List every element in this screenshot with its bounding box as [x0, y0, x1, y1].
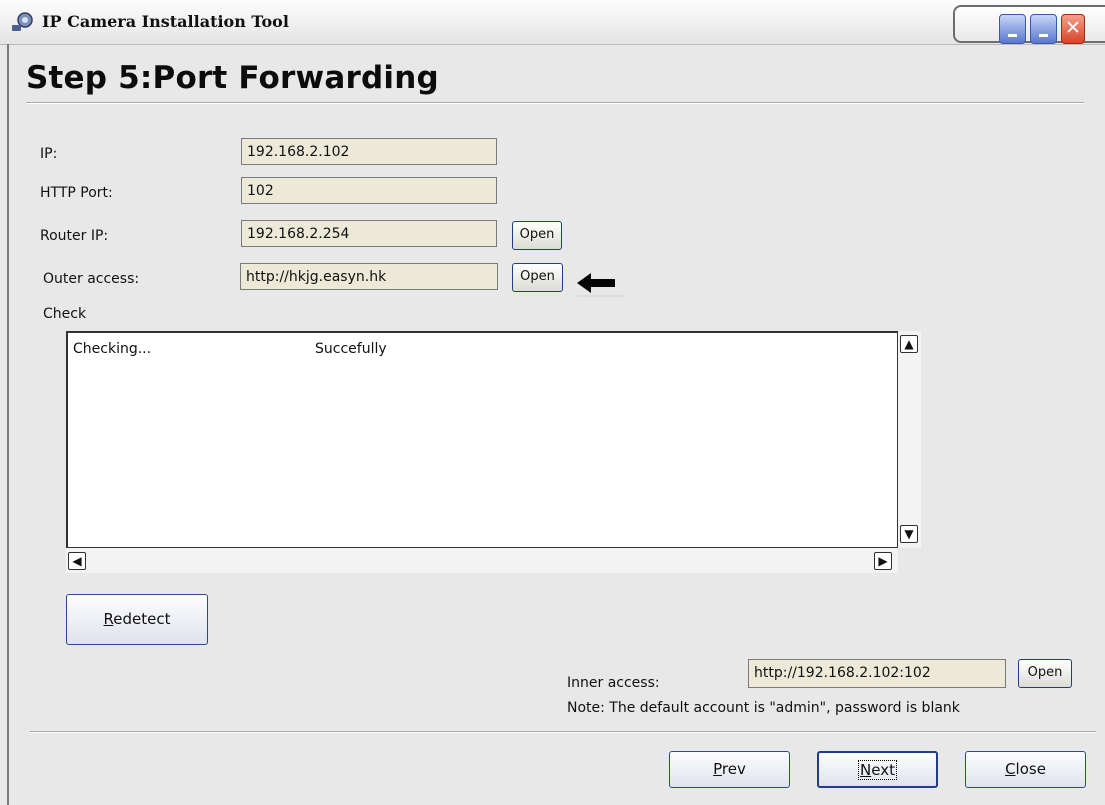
log-result: Succefully: [315, 341, 387, 357]
next-focus-ring: Next: [858, 760, 897, 780]
inner-access-field[interactable]: http://192.168.2.102:102: [748, 659, 1006, 688]
camera-app-icon: [12, 12, 33, 31]
minimize-button-2[interactable]: [1030, 14, 1057, 44]
next-button[interactable]: Next: [817, 751, 938, 788]
page-title: Step 5:Port Forwarding: [26, 60, 439, 96]
next-label: ext: [871, 761, 895, 779]
http-port-field[interactable]: 102: [241, 177, 497, 204]
http-port-label: HTTP Port:: [40, 185, 113, 201]
close-mnemonic: C: [1005, 760, 1016, 778]
close-label: lose: [1015, 760, 1046, 778]
router-ip-field[interactable]: 192.168.2.254: [241, 220, 497, 247]
scroll-left-icon[interactable]: ◀: [68, 552, 86, 570]
minimize-icon: [1039, 34, 1048, 37]
ip-label: IP:: [40, 146, 58, 162]
horizontal-scrollbar[interactable]: ◀ ▶: [66, 548, 898, 573]
router-open-button[interactable]: Open: [512, 221, 562, 250]
arrow-left-icon: [577, 273, 625, 297]
redetect-button[interactable]: Redetect: [66, 594, 208, 645]
outer-open-button[interactable]: Open: [512, 263, 563, 292]
redetect-label: edetect: [113, 610, 171, 628]
inner-open-button[interactable]: Open: [1018, 659, 1072, 688]
ip-field[interactable]: 192.168.2.102: [241, 138, 497, 165]
footer-divider: [30, 731, 1096, 733]
log-status: Checking...: [73, 341, 152, 357]
router-ip-label: Router IP:: [40, 228, 109, 244]
outer-access-label: Outer access:: [43, 271, 140, 287]
scroll-right-icon[interactable]: ▶: [874, 552, 892, 570]
close-button[interactable]: Close: [965, 751, 1086, 788]
note-text: Note: The default account is "admin", pa…: [567, 700, 960, 716]
title-bar[interactable]: IP Camera Installation Tool ✕: [0, 0, 1105, 45]
window-controls: ✕: [953, 5, 1105, 44]
minimize-icon: [1008, 34, 1017, 37]
scroll-down-icon[interactable]: ▼: [900, 525, 918, 543]
close-window-button[interactable]: ✕: [1061, 14, 1085, 44]
inner-access-label: Inner access:: [567, 675, 660, 691]
window-title: IP Camera Installation Tool: [42, 12, 289, 31]
check-log[interactable]: Checking... Succefully: [66, 331, 898, 548]
heading-divider: [26, 102, 1084, 104]
prev-mnemonic: P: [713, 760, 722, 778]
prev-label: rev: [721, 760, 746, 778]
outer-access-field[interactable]: http://hkjg.easyn.hk: [240, 263, 498, 290]
scroll-up-icon[interactable]: ▲: [900, 335, 918, 353]
minimize-button[interactable]: [999, 14, 1026, 44]
redetect-mnemonic: R: [103, 610, 114, 628]
window-left-border: [7, 44, 9, 805]
check-label: Check: [43, 306, 87, 322]
close-icon: ✕: [1065, 17, 1081, 39]
prev-button[interactable]: Prev: [669, 751, 790, 788]
vertical-scrollbar[interactable]: ▲ ▼: [898, 331, 921, 548]
next-mnemonic: N: [860, 761, 872, 779]
